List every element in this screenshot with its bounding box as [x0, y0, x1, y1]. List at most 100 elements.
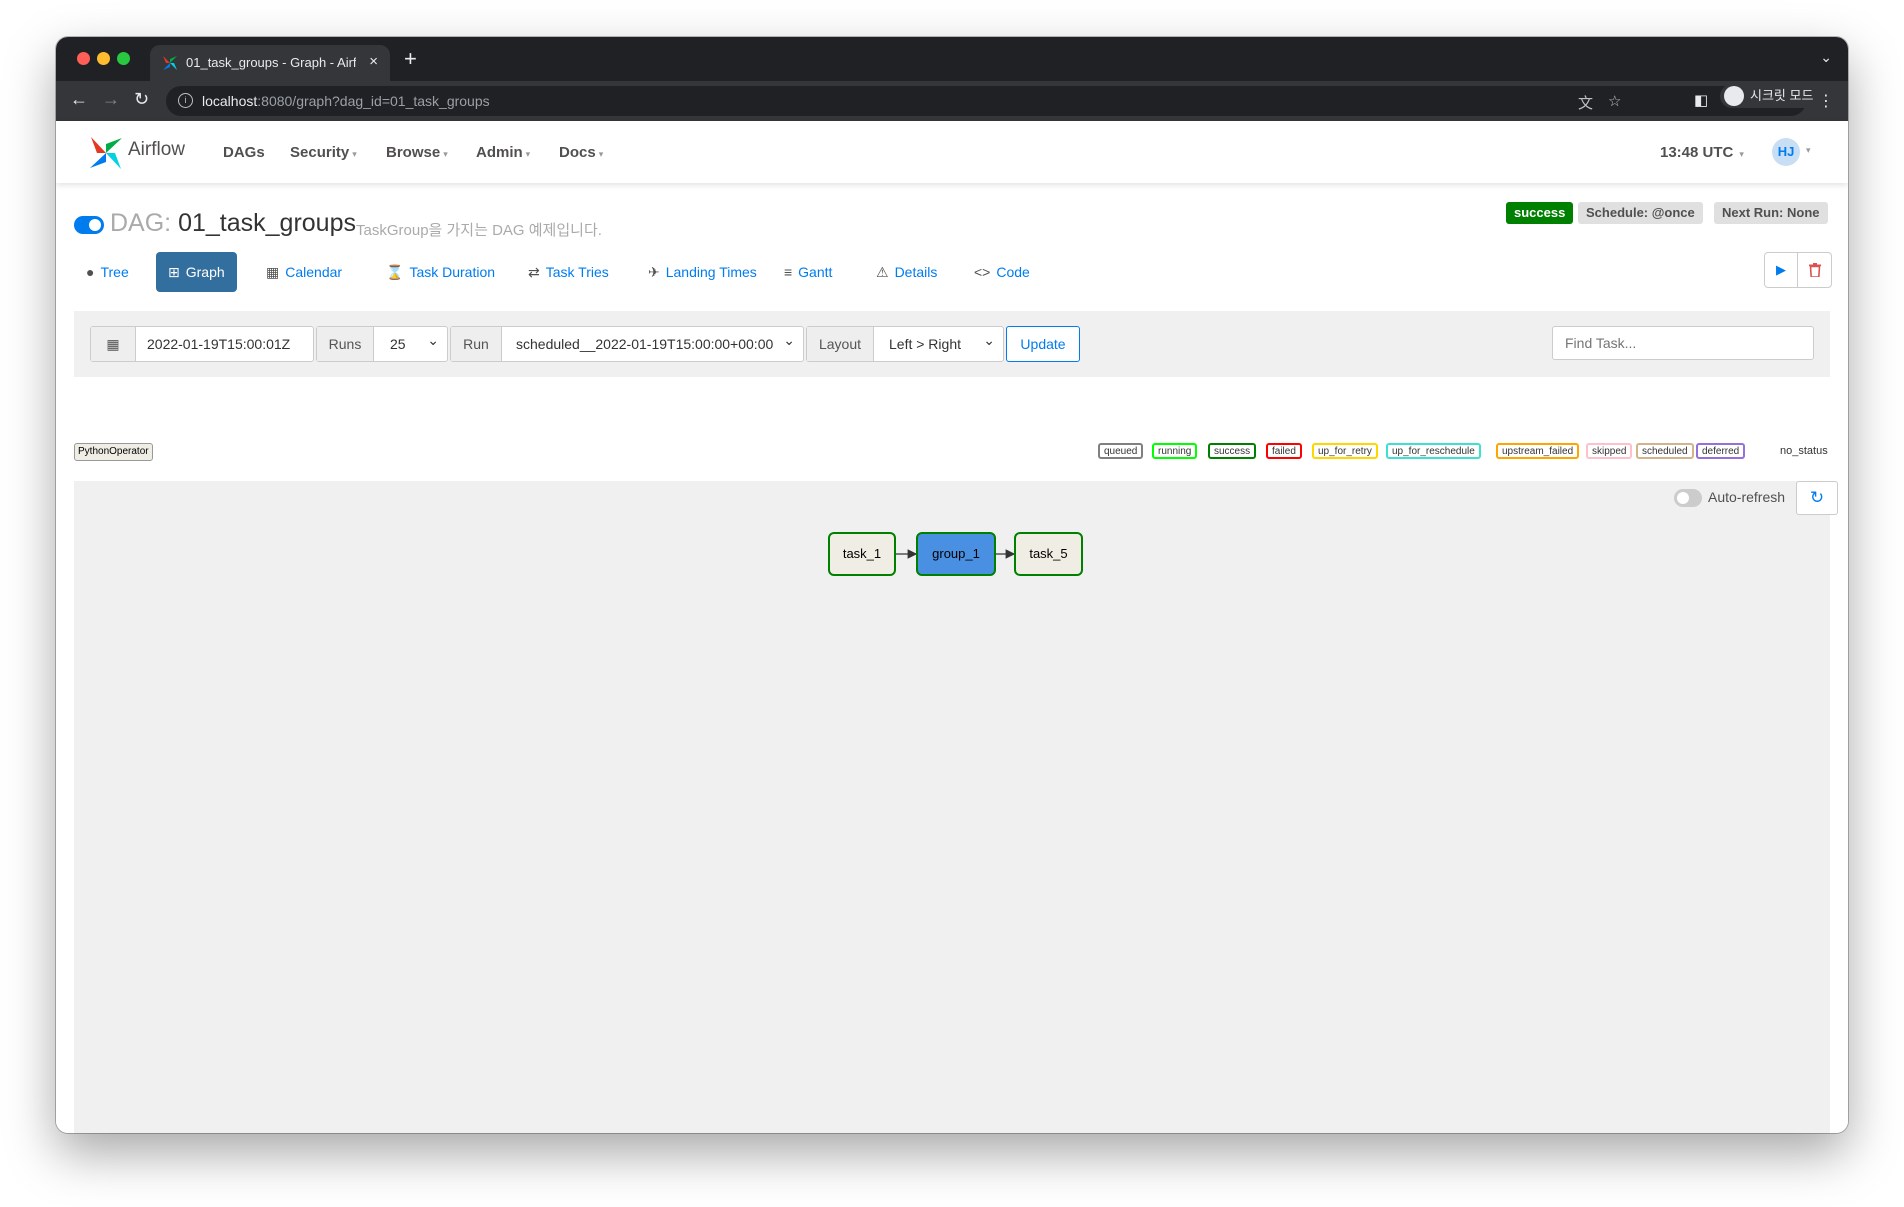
graph-icon: ⊞	[168, 264, 180, 280]
side-panel-icon[interactable]: ◧	[1694, 91, 1708, 109]
run-select[interactable]: scheduled__2022-01-19T15:00:00+00:00	[502, 323, 803, 361]
legend-state-skipped[interactable]: skipped	[1586, 443, 1633, 459]
top-navbar: Airflow DAGs Security ▾ Browse ▾ Admin ▾ Do…	[56, 121, 1848, 183]
auto-refresh-label: Auto-refresh	[1708, 489, 1786, 505]
dag-title: DAG: 01_task_groups	[110, 209, 356, 237]
hourglass-icon: ⌛	[386, 264, 404, 280]
timezone-clock[interactable]: 13:48 UTC ▾	[1660, 144, 1744, 161]
legend-state-scheduled[interactable]: scheduled	[1636, 443, 1694, 459]
legend-no-status: no_status	[1780, 445, 1828, 457]
graph-node-task_5[interactable]: task_5	[1014, 532, 1083, 576]
layout-label: Layout	[807, 327, 874, 361]
runs-select-group: Runs 25	[316, 323, 448, 362]
gantt-icon: ≡	[784, 264, 793, 280]
legend-state-queued[interactable]: queued	[1098, 443, 1144, 459]
menu-admin[interactable]: Admin ▾	[476, 144, 530, 161]
maximize-window-button[interactable]	[117, 52, 130, 65]
browser-tab[interactable]: 01_task_groups - Graph - Airflow ×	[150, 45, 390, 81]
site-info-icon[interactable]: i	[178, 93, 193, 108]
refresh-button[interactable]: ↻	[1796, 481, 1838, 515]
back-arrow-icon[interactable]: ←	[70, 89, 88, 110]
airflow-favicon-icon	[163, 56, 177, 70]
code-icon: <>	[974, 264, 991, 280]
tab-task-duration[interactable]: ⌛ Task Duration	[374, 252, 507, 292]
tab-gantt[interactable]: ≡ Gantt	[772, 252, 844, 292]
warning-icon: ⚠	[876, 264, 889, 280]
dag-description: TaskGroup을 가지는 DAG 예제입니다.	[356, 222, 602, 239]
legend-state-running[interactable]: running	[1152, 443, 1198, 459]
address-bar[interactable]: i localhost:8080/graph?dag_id=01_task_gr…	[166, 86, 1806, 116]
browser-window: 01_task_groups - Graph - Airflow × + ⌄ ←…	[56, 37, 1848, 1133]
brand-name[interactable]: Airflow	[128, 139, 185, 161]
tab-landing-times[interactable]: ✈ Landing Times	[636, 252, 769, 292]
legend-state-deferred[interactable]: deferred	[1696, 443, 1746, 459]
dag-id: 01_task_groups	[178, 209, 356, 237]
next-run-badge: Next Run: None	[1714, 202, 1828, 224]
browser-tab-strip: 01_task_groups - Graph - Airflow × + ⌄	[56, 37, 1848, 81]
incognito-profile-button[interactable]: 시크릿 모드	[1720, 84, 1824, 108]
menu-security[interactable]: Security ▾	[290, 144, 357, 161]
reload-icon[interactable]: ↻	[134, 89, 149, 110]
close-window-button[interactable]	[77, 52, 90, 65]
bookmark-star-icon[interactable]: ☆	[1608, 92, 1621, 110]
tab-calendar[interactable]: ▦ Calendar	[254, 252, 354, 292]
landing-icon: ✈	[648, 264, 660, 280]
tree-icon: ●	[86, 264, 95, 280]
legend-state-up-for-retry[interactable]: up_for_retry	[1312, 443, 1378, 459]
calendar-icon: ▦	[266, 264, 280, 280]
layout-select[interactable]: Left > Right	[874, 323, 1003, 361]
auto-refresh-toggle[interactable]	[1674, 489, 1702, 507]
trigger-dag-button[interactable]: ▶	[1765, 253, 1798, 287]
trash-icon	[1808, 262, 1821, 278]
new-tab-button[interactable]: +	[404, 46, 417, 72]
run-label: Run	[451, 327, 502, 361]
translate-icon[interactable]: 文	[1578, 92, 1593, 113]
airflow-logo-icon[interactable]	[88, 135, 124, 171]
tab-code[interactable]: <> Code	[962, 252, 1042, 292]
tab-tree[interactable]: ● Tree	[74, 252, 141, 292]
runs-label: Runs	[317, 327, 374, 361]
user-menu-caret-icon[interactable]: ▾	[1806, 145, 1811, 156]
dag-graph-canvas[interactable]: Auto-refresh ↻ task_1 group_1 task_5	[74, 481, 1838, 1133]
browser-tab-title: 01_task_groups - Graph - Airflow	[186, 55, 356, 70]
airflow-app: Airflow DAGs Security ▾ Browse ▾ Admin ▾ Do…	[56, 121, 1848, 1133]
base-date-value[interactable]: 2022-01-19T15:00:01Z	[147, 327, 307, 361]
graph-node-group_1[interactable]: group_1	[916, 532, 996, 576]
dag-status-badge: success	[1506, 202, 1574, 224]
delete-dag-button[interactable]	[1798, 253, 1831, 287]
schedule-badge: Schedule: @once	[1578, 202, 1703, 224]
legend-state-failed[interactable]: failed	[1266, 443, 1302, 459]
legend-state-upstream-failed[interactable]: upstream_failed	[1496, 443, 1580, 459]
tab-graph[interactable]: ⊞ Graph	[156, 252, 237, 292]
base-date-picker[interactable]: ▦ 2022-01-19T15:00:01Z	[90, 326, 314, 362]
legend-state-success[interactable]: success	[1208, 443, 1257, 459]
dag-pause-toggle[interactable]	[74, 216, 104, 234]
runs-select[interactable]: 25	[374, 323, 447, 361]
layout-select-group: Layout Left > Right	[806, 323, 1004, 362]
browser-toolbar: ← → ↻ i localhost:8080/graph?dag_id=01_t…	[56, 81, 1848, 121]
dag-action-buttons: ▶	[1764, 252, 1832, 288]
tab-task-tries[interactable]: ⇄ Task Tries	[516, 252, 621, 292]
close-tab-icon[interactable]: ×	[369, 53, 378, 70]
menu-docs[interactable]: Docs ▾	[559, 144, 603, 161]
menu-browse[interactable]: Browse ▾	[386, 144, 448, 161]
forward-arrow-icon[interactable]: →	[102, 89, 120, 110]
refresh-icon: ↻	[1809, 488, 1825, 507]
update-button[interactable]: Update	[1006, 326, 1080, 362]
graph-filter-bar: ▦ 2022-01-19T15:00:01Z Runs 25 Run sched…	[74, 311, 1830, 377]
minimize-window-button[interactable]	[97, 52, 110, 65]
menu-dags[interactable]: DAGs	[223, 144, 265, 161]
find-task-input[interactable]	[1552, 326, 1814, 360]
browser-menu-icon[interactable]: ⋮	[1818, 91, 1834, 111]
legend-state-up-for-reschedule[interactable]: up_for_reschedule	[1386, 443, 1481, 459]
tab-details[interactable]: ⚠ Details	[864, 252, 949, 292]
run-select-group: Run scheduled__2022-01-19T15:00:00+00:00	[450, 323, 804, 362]
user-avatar[interactable]: HJ	[1772, 138, 1800, 166]
url-text[interactable]: localhost:8080/graph?dag_id=01_task_grou…	[202, 93, 490, 109]
calendar-picker-icon[interactable]: ▦	[91, 327, 136, 361]
operator-legend: PythonOperator	[74, 443, 153, 461]
tab-search-chevron-icon[interactable]: ⌄	[1820, 49, 1832, 66]
incognito-icon	[1724, 85, 1744, 106]
repeat-icon: ⇄	[528, 264, 540, 280]
graph-node-task_1[interactable]: task_1	[828, 532, 896, 576]
